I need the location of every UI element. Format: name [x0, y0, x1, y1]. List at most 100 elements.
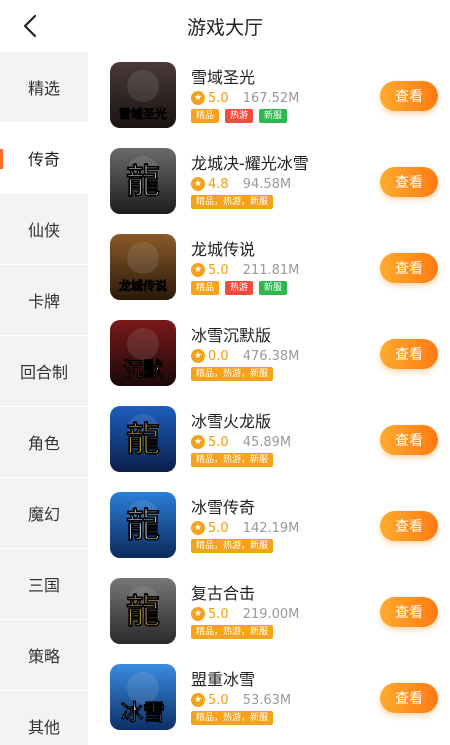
sidebar-item-label: 卡牌: [27, 292, 60, 311]
game-name: 雪域圣光: [191, 68, 256, 87]
list-item[interactable]: 雪域圣光 雪域圣光 ★ 5.0 167.52M 精品 热游 新服 查看: [88, 52, 450, 138]
svg-text:沉默: 沉默: [123, 357, 164, 381]
tag-group: 精品 热游 新服: [191, 109, 288, 123]
game-icon-snow-holy-light[interactable]: 雪域圣光: [110, 62, 176, 128]
list-item[interactable]: 龍 冰雪传奇 ★ 5.0 142.19M 精品，热游，新服 查看: [88, 482, 450, 568]
sidebar-item-card[interactable]: 卡牌: [0, 265, 88, 336]
game-meta: ★ 4.8 94.58M: [191, 175, 291, 193]
view-button[interactable]: 查看: [380, 253, 438, 283]
sidebar-item-rpg[interactable]: 角色: [0, 407, 88, 478]
list-item[interactable]: 龍 龙城决-耀光冰雪 ★ 4.8 94.58M 精品，热游，新服 查看: [88, 138, 450, 224]
tag-group: 精品 热游 新服: [191, 281, 288, 295]
game-rating: 5.0: [208, 692, 229, 708]
star-icon: ★: [191, 607, 205, 621]
view-button[interactable]: 查看: [380, 167, 438, 197]
tag-group: 精品，热游，新服: [191, 453, 274, 467]
svg-text:龙城传说: 龙城传说: [119, 278, 167, 293]
game-icon-dragon-legend[interactable]: 龙城传说: [110, 234, 176, 300]
tag-badge: 精品: [191, 109, 220, 123]
game-size: 53.63M: [242, 692, 292, 708]
list-item[interactable]: 龍 冰雪火龙版 ★ 5.0 45.89M 精品，热游，新服 查看: [88, 396, 450, 482]
game-meta: ★ 5.0 142.19M: [191, 519, 299, 537]
star-icon: ★: [191, 91, 205, 105]
game-size: 94.58M: [242, 176, 292, 192]
sidebar-item-turn-based[interactable]: 回合制: [0, 336, 88, 407]
tag-group: 精品，热游，新服: [191, 539, 274, 553]
tag-badge: 热游: [225, 281, 254, 295]
game-size: 45.89M: [242, 434, 292, 450]
tag-group: 精品，热游，新服: [191, 195, 274, 209]
game-rating: 5.0: [208, 262, 229, 278]
game-icon-dragon-city[interactable]: 龍: [110, 148, 176, 214]
tag-badge: 精品，热游，新服: [191, 625, 274, 639]
sidebar-item-label: 精选: [27, 79, 60, 98]
view-button[interactable]: 查看: [380, 425, 438, 455]
sidebar-item-label: 仙侠: [27, 221, 60, 240]
game-meta: ★ 5.0 53.63M: [191, 691, 291, 709]
star-icon: ★: [191, 349, 205, 363]
game-meta: ★ 5.0 219.00M: [191, 605, 299, 623]
list-item[interactable]: 龙城传说 龙城传说 ★ 5.0 211.81M 精品 热游 新服 查看: [88, 224, 450, 310]
sidebar-item-fantasy[interactable]: 魔幻: [0, 478, 88, 549]
tag-badge: 新服: [259, 281, 288, 295]
tag-badge: 精品，热游，新服: [191, 367, 274, 381]
game-icon-ice-legend[interactable]: 龍: [110, 492, 176, 558]
view-button[interactable]: 查看: [380, 339, 438, 369]
game-meta: ★ 0.0 476.38M: [191, 347, 299, 365]
sidebar-item-label: 策略: [27, 647, 60, 666]
star-icon: ★: [191, 693, 205, 707]
svg-text:龍: 龍: [126, 592, 160, 632]
game-name: 冰雪沉默版: [191, 326, 272, 345]
tag-badge: 精品，热游，新服: [191, 453, 274, 467]
tag-badge: 精品，热游，新服: [191, 711, 274, 725]
game-size: 167.52M: [242, 90, 300, 106]
sidebar-item-label: 传奇: [27, 150, 60, 169]
sidebar-item-xianxia[interactable]: 仙侠: [0, 194, 88, 265]
list-item[interactable]: 龍 复古合击 ★ 5.0 219.00M 精品，热游，新服 查看: [88, 568, 450, 654]
sidebar-item-label: 其他: [27, 718, 60, 737]
game-name: 冰雪火龙版: [191, 412, 272, 431]
sidebar-item-other[interactable]: 其他: [0, 691, 88, 745]
game-list: 雪域圣光 雪域圣光 ★ 5.0 167.52M 精品 热游 新服 查看龍龙城决-耀光冰雪 ★ 4.8…: [88, 52, 450, 745]
game-icon-mengzhong-ice[interactable]: 冰雪: [110, 664, 176, 730]
list-item[interactable]: 冰雪 盟重冰雪 ★ 5.0 53.63M 精品，热游，新服 查看: [88, 654, 450, 740]
sidebar-item-legend[interactable]: 传奇: [0, 123, 88, 194]
view-button[interactable]: 查看: [380, 597, 438, 627]
sidebar-item-three-kingdoms[interactable]: 三国: [0, 549, 88, 620]
view-button[interactable]: 查看: [380, 81, 438, 111]
sidebar-item-strategy[interactable]: 策略: [0, 620, 88, 691]
star-icon: ★: [191, 435, 205, 449]
sidebar-item-label: 三国: [27, 576, 60, 595]
sidebar-item-label: 魔幻: [27, 505, 60, 524]
page-title: 游戏大厅: [186, 17, 263, 39]
game-meta: ★ 5.0 45.89M: [191, 433, 291, 451]
list-item[interactable]: 沉默 冰雪沉默版 ★ 0.0 476.38M 精品，热游，新服 查看: [88, 310, 450, 396]
game-rating: 5.0: [208, 606, 229, 622]
game-icon-ice-fire-dragon[interactable]: 龍: [110, 406, 176, 472]
game-icon-retro-combo[interactable]: 龍: [110, 578, 176, 644]
game-rating: 5.0: [208, 90, 229, 106]
sidebar-item-label: 角色: [27, 434, 60, 453]
header: 游戏大厅: [0, 0, 450, 52]
tag-badge: 精品，热游，新服: [191, 539, 274, 553]
tag-group: 精品，热游，新服: [191, 711, 274, 725]
star-icon: ★: [191, 521, 205, 535]
game-rating: 5.0: [208, 520, 229, 536]
star-icon: ★: [191, 263, 205, 277]
game-icon-ice-silent[interactable]: 沉默: [110, 320, 176, 386]
category-sidebar: 精选 传奇 仙侠 卡牌 回合制 角色 魔幻 三国 策略 其他: [0, 52, 88, 745]
sidebar-item-featured[interactable]: 精选: [0, 52, 88, 123]
tag-group: 精品，热游，新服: [191, 367, 274, 381]
tag-group: 精品，热游，新服: [191, 625, 274, 639]
svg-text:雪域圣光: 雪域圣光: [119, 106, 167, 121]
svg-text:冰雪: 冰雪: [121, 700, 165, 726]
game-name: 冰雪传奇: [191, 498, 256, 517]
view-button[interactable]: 查看: [380, 683, 438, 713]
view-button[interactable]: 查看: [380, 511, 438, 541]
game-meta: ★ 5.0 167.52M: [191, 89, 299, 107]
game-rating: 0.0: [208, 348, 229, 364]
game-name: 龙城传说: [191, 240, 256, 259]
game-size: 211.81M: [242, 262, 300, 278]
svg-text:龍: 龍: [126, 420, 160, 460]
game-rating: 4.8: [208, 176, 229, 192]
